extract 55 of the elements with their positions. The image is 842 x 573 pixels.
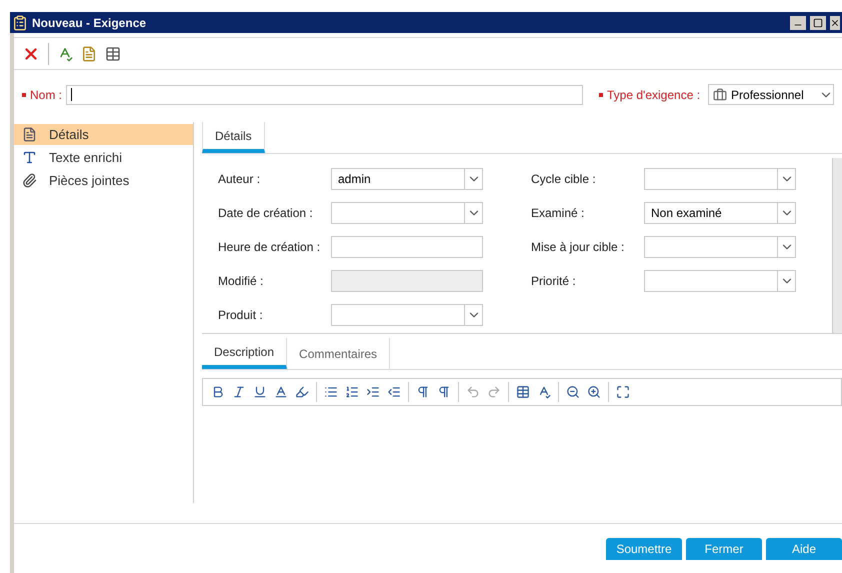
field-label: Mise à jour cible : <box>531 239 626 256</box>
scrollbar[interactable] <box>832 158 842 333</box>
bullet-list-icon[interactable] <box>324 385 338 399</box>
clipboard-icon <box>12 14 28 30</box>
minimize-button[interactable] <box>790 16 806 30</box>
maximize-icon <box>813 18 823 28</box>
sidebar-item[interactable]: Texte enrichi <box>14 147 193 168</box>
close-button[interactable] <box>830 16 840 30</box>
paragraph-rtl-icon[interactable] <box>437 385 451 399</box>
field-label: Cycle cible : <box>531 171 597 188</box>
tab[interactable]: Commentaires <box>287 338 390 369</box>
outdent-icon[interactable] <box>387 385 401 399</box>
briefcase-icon <box>713 88 728 102</box>
indent-icon[interactable] <box>366 385 380 399</box>
dropdown-field[interactable]: Non examiné <box>644 202 796 224</box>
text-format-icon <box>22 150 37 165</box>
field-label: Examiné : <box>531 205 586 222</box>
name-input-field[interactable] <box>66 84 584 104</box>
document-text-icon[interactable] <box>81 46 97 62</box>
dropdown-field[interactable] <box>644 236 796 258</box>
fullscreen-icon[interactable] <box>616 385 630 399</box>
tab[interactable]: Description <box>202 338 288 369</box>
field-label: Produit : <box>218 307 264 324</box>
zoom-out-icon[interactable] <box>566 385 580 399</box>
field-label: Nom : <box>30 86 62 104</box>
font-color-icon[interactable] <box>274 385 288 399</box>
highlight-icon[interactable] <box>295 385 309 399</box>
sidebar-item[interactable]: Pièces jointes <box>14 170 193 191</box>
close-icon <box>830 18 840 28</box>
tab[interactable]: Détails <box>202 122 265 153</box>
underline-icon[interactable] <box>253 385 267 399</box>
paragraph-ltr-icon[interactable] <box>416 385 430 399</box>
input-field[interactable] <box>331 236 483 258</box>
window-title: Nouveau - Exigence <box>32 14 148 32</box>
zoom-in-icon[interactable] <box>587 385 601 399</box>
field-label: Auteur : <box>218 171 262 188</box>
field-label: Priorité : <box>531 273 577 290</box>
bold-icon[interactable] <box>211 385 225 399</box>
dropdown-field[interactable] <box>644 168 796 190</box>
spell-check-icon[interactable] <box>537 385 551 399</box>
dropdown-field[interactable]: admin <box>331 168 483 190</box>
type-dropdown[interactable]: Professionnel <box>708 84 834 105</box>
numbered-list-icon[interactable] <box>345 385 359 399</box>
sidebar-item[interactable]: Détails <box>14 124 193 145</box>
table-icon[interactable] <box>516 385 530 399</box>
field-label: Modifié : <box>218 273 264 290</box>
field-label: Type d'exigence : <box>607 86 700 104</box>
dropdown-field[interactable] <box>644 270 796 292</box>
dropdown-field[interactable] <box>331 202 483 224</box>
field-label: Date de création : <box>218 205 314 222</box>
dropdown-field[interactable] <box>331 304 483 326</box>
paperclip-icon <box>22 173 37 188</box>
italic-icon[interactable] <box>232 385 246 399</box>
maximize-button[interactable] <box>810 16 826 30</box>
field-label: Heure de création : <box>218 239 322 256</box>
